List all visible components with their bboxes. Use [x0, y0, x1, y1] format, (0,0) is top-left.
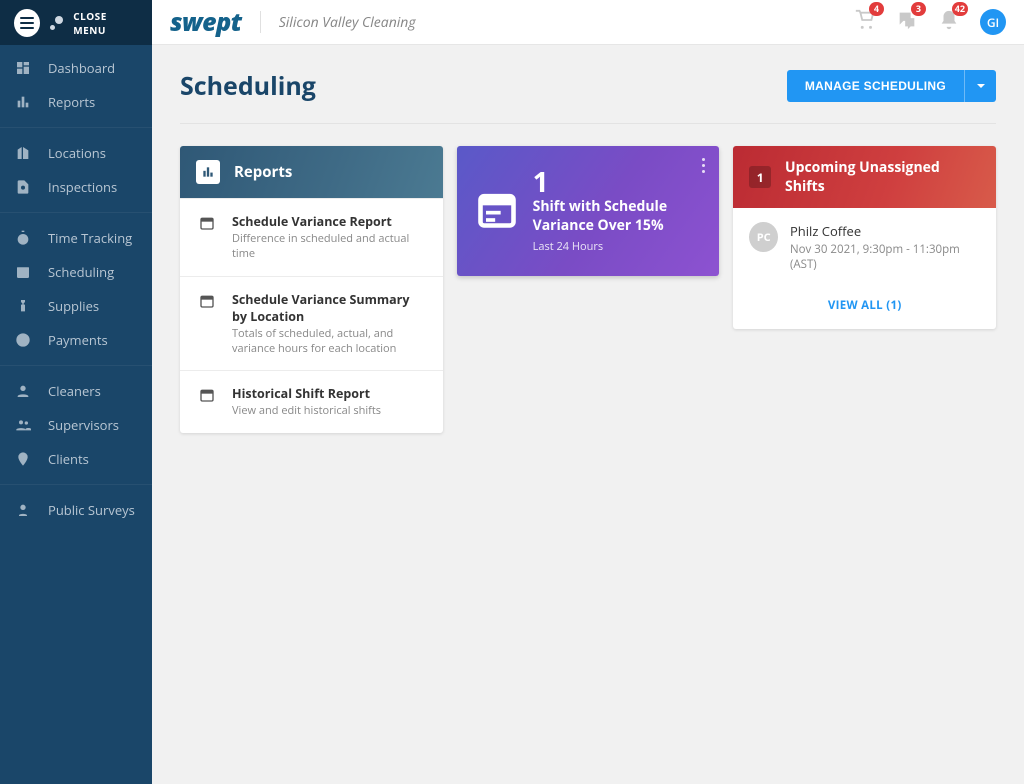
sidebar-item-locations[interactable]: Locations: [0, 136, 152, 170]
survey-icon: [14, 501, 32, 519]
reports-card: Reports Schedule Variance Report Differe…: [180, 146, 443, 433]
nav-divider: [0, 365, 152, 366]
nav-divider: [0, 484, 152, 485]
sidebar-item-label: Supplies: [48, 297, 99, 315]
location-initials: PC: [749, 222, 778, 252]
spray-bottle-icon: [14, 297, 32, 315]
sidebar-item-label: Supervisors: [48, 416, 119, 434]
nav-divider: [0, 127, 152, 128]
building-icon: [14, 144, 32, 162]
sidebar-item-label: Cleaners: [48, 382, 101, 400]
org-name: Silicon Valley Cleaning: [261, 13, 416, 32]
sidebar-item-reports[interactable]: Reports: [0, 85, 152, 119]
sidebar: CLOSE MENU Dashboard Reports Locations: [0, 0, 152, 784]
logo-dots-icon: [50, 16, 63, 30]
bar-chart-icon: [14, 93, 32, 111]
close-menu-label: CLOSE MENU: [73, 9, 138, 37]
close-menu-button[interactable]: CLOSE MENU: [0, 0, 152, 45]
variance-count: 1: [533, 168, 704, 196]
sidebar-item-scheduling[interactable]: Scheduling: [0, 255, 152, 289]
dashboard-icon: [14, 59, 32, 77]
unassigned-title: Upcoming Unassigned Shifts: [785, 158, 980, 196]
report-item-variance[interactable]: Schedule Variance Report Difference in s…: [180, 198, 443, 276]
messages-button[interactable]: 3: [896, 9, 918, 36]
reports-card-header: Reports: [180, 146, 443, 198]
variance-title: Shift with Schedule Variance Over 15%: [533, 198, 704, 234]
unassigned-card-header: 1 Upcoming Unassigned Shifts: [733, 146, 996, 208]
user-avatar[interactable]: GI: [980, 9, 1006, 35]
sidebar-item-label: Inspections: [48, 178, 117, 196]
sidebar-item-label: Dashboard: [48, 59, 115, 77]
report-title: Schedule Variance Report: [232, 213, 427, 230]
pin-icon: [14, 450, 32, 468]
calendar-icon: [196, 291, 218, 357]
unassigned-shifts-card: 1 Upcoming Unassigned Shifts PC Philz Co…: [733, 146, 996, 329]
magnify-doc-icon: [14, 178, 32, 196]
variance-card-menu[interactable]: [698, 154, 709, 177]
sidebar-item-label: Payments: [48, 331, 108, 349]
shift-time: Nov 30 2021, 9:30pm - 11:30pm (AST): [790, 242, 980, 272]
alerts-button[interactable]: 42: [938, 9, 960, 36]
unassigned-count: 1: [749, 166, 771, 188]
variance-sub: Last 24 Hours: [533, 239, 704, 254]
main-content: Scheduling MANAGE SCHEDULING Reports: [152, 45, 1024, 784]
sidebar-item-supplies[interactable]: Supplies: [0, 289, 152, 323]
sidebar-item-label: Scheduling: [48, 263, 114, 281]
unassigned-shift-item[interactable]: PC Philz Coffee Nov 30 2021, 9:30pm - 11…: [733, 208, 996, 286]
report-title: Schedule Variance Summary by Location: [232, 291, 427, 325]
report-item-historical[interactable]: Historical Shift Report View and edit hi…: [180, 370, 443, 433]
reports-card-title: Reports: [234, 162, 292, 182]
sidebar-item-label: Locations: [48, 144, 106, 162]
people-icon: [14, 416, 32, 434]
sidebar-item-public-surveys[interactable]: Public Surveys: [0, 493, 152, 527]
sidebar-item-cleaners[interactable]: Cleaners: [0, 374, 152, 408]
messages-badge: 3: [911, 2, 926, 16]
manage-scheduling-button[interactable]: MANAGE SCHEDULING: [787, 70, 964, 102]
nav-divider: [0, 212, 152, 213]
sidebar-item-payments[interactable]: Payments: [0, 323, 152, 357]
report-sub: Totals of scheduled, actual, and varianc…: [232, 327, 427, 357]
caret-down-icon: [976, 81, 986, 91]
dollar-icon: [14, 331, 32, 349]
app-logo[interactable]: swept: [170, 5, 260, 39]
report-item-variance-summary[interactable]: Schedule Variance Summary by Location To…: [180, 276, 443, 371]
person-icon: [14, 382, 32, 400]
sidebar-item-label: Public Surveys: [48, 501, 135, 519]
manage-scheduling-group: MANAGE SCHEDULING: [787, 70, 996, 102]
sidebar-item-label: Clients: [48, 450, 89, 468]
calendar-large-icon: [475, 187, 519, 236]
report-sub: Difference in scheduled and actual time: [232, 232, 427, 262]
report-title: Historical Shift Report: [232, 385, 427, 402]
sidebar-item-label: Time Tracking: [48, 229, 132, 247]
page-title: Scheduling: [180, 69, 316, 103]
sidebar-item-clients[interactable]: Clients: [0, 442, 152, 476]
top-header: swept Silicon Valley Cleaning 4 3 42 GI: [152, 0, 1024, 45]
calendar-icon: [196, 385, 218, 419]
stopwatch-icon: [14, 229, 32, 247]
calendar-icon: [196, 213, 218, 262]
cart-button[interactable]: 4: [854, 9, 876, 36]
report-sub: View and edit historical shifts: [232, 404, 427, 419]
view-all-link[interactable]: VIEW ALL (1): [733, 286, 996, 329]
page-header: Scheduling MANAGE SCHEDULING: [180, 69, 996, 124]
variance-card[interactable]: 1 Shift with Schedule Variance Over 15% …: [457, 146, 720, 276]
calendar-icon: [14, 263, 32, 281]
sidebar-item-inspections[interactable]: Inspections: [0, 170, 152, 204]
bar-chart-icon: [196, 160, 220, 184]
alerts-badge: 42: [952, 2, 968, 16]
manage-scheduling-dropdown[interactable]: [964, 70, 996, 102]
cart-badge: 4: [869, 2, 884, 16]
shift-location: Philz Coffee: [790, 222, 980, 240]
sidebar-item-supervisors[interactable]: Supervisors: [0, 408, 152, 442]
sidebar-item-time-tracking[interactable]: Time Tracking: [0, 221, 152, 255]
sidebar-item-dashboard[interactable]: Dashboard: [0, 51, 152, 85]
hamburger-icon: [14, 9, 40, 37]
sidebar-item-label: Reports: [48, 93, 95, 111]
